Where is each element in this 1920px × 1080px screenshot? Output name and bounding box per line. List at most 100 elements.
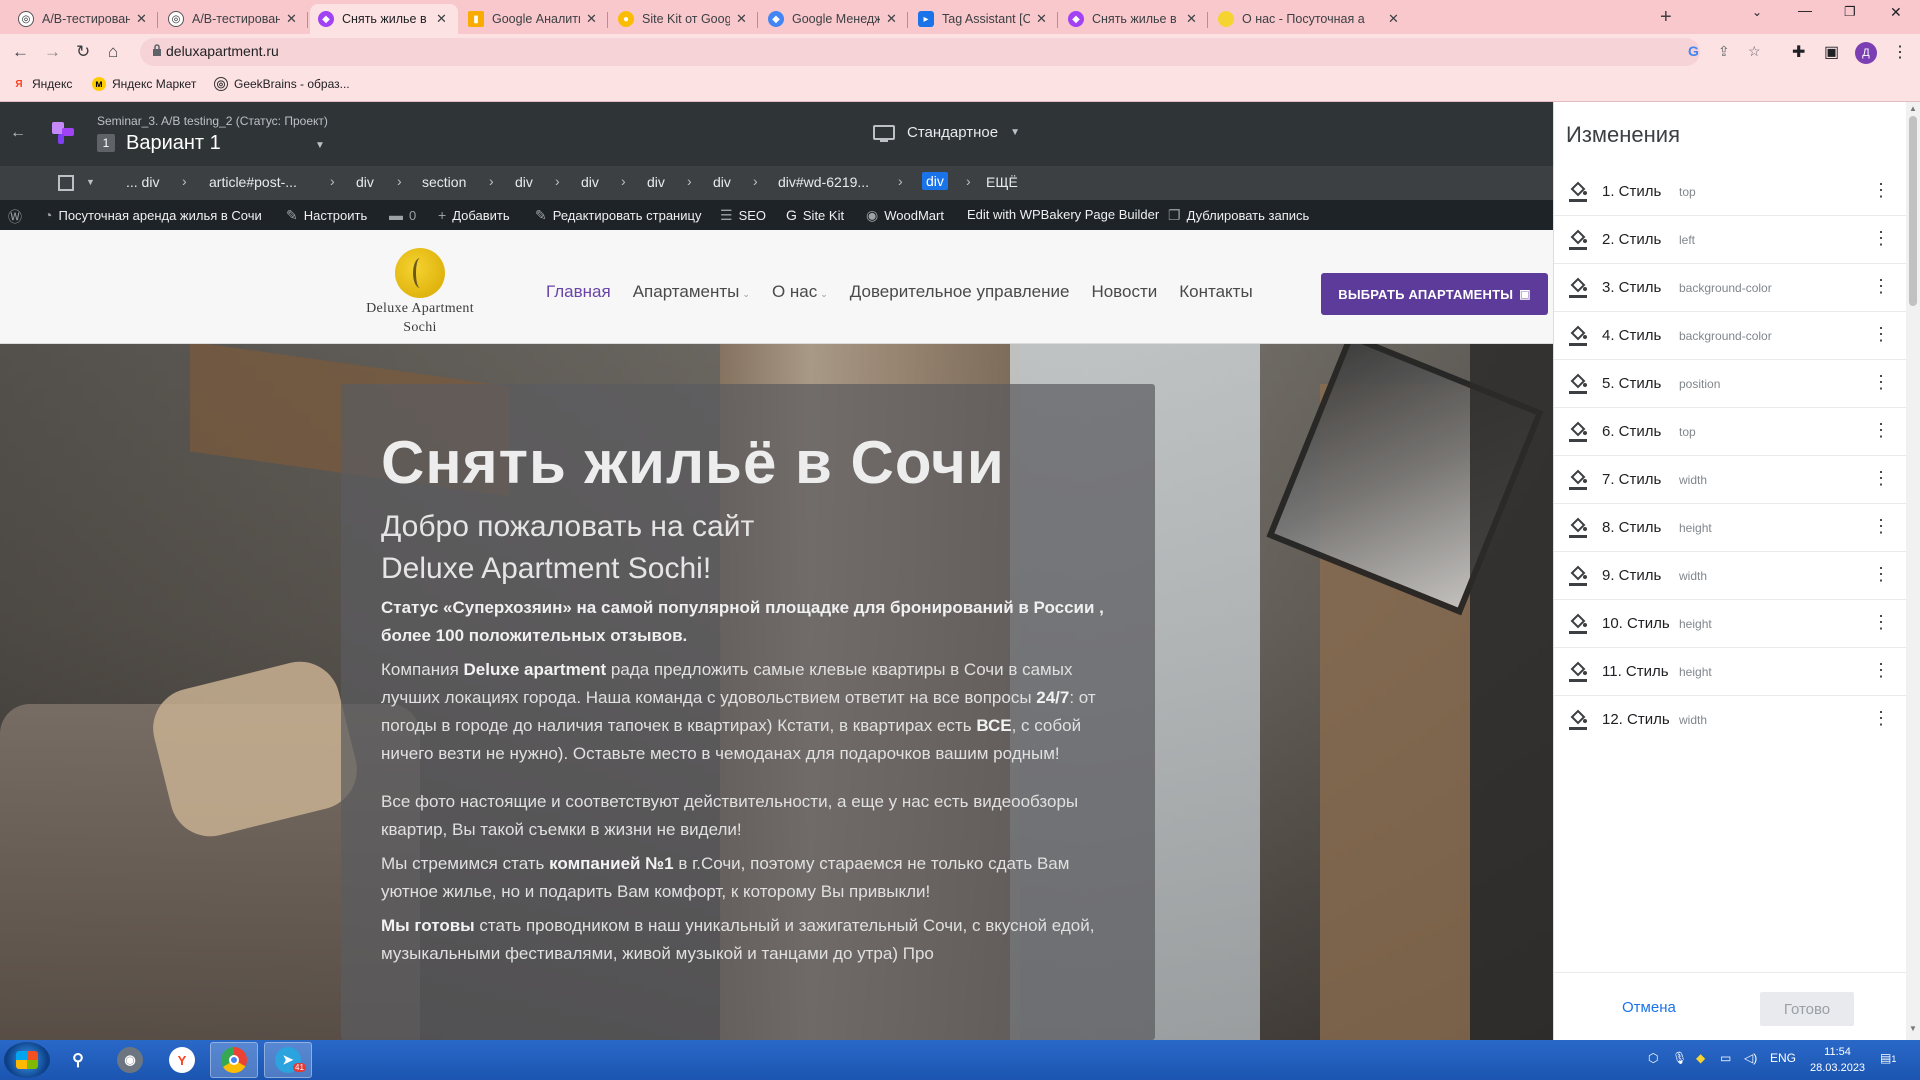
- browser-tab[interactable]: ◆ Google Менеджер те ✕: [760, 4, 908, 34]
- browser-tab[interactable]: ◎ А/В-тестирование ве ✕: [160, 4, 308, 34]
- kebab-menu-icon[interactable]: ⋮: [1872, 228, 1890, 248]
- breadcrumb-item[interactable]: article#post-...: [209, 174, 297, 190]
- bookmark-geekbrains[interactable]: ◎ GeekBrains - образ...: [214, 77, 350, 91]
- close-window-icon[interactable]: ✕: [1890, 4, 1902, 21]
- change-item[interactable]: 7. Стиль width ⋮: [1554, 456, 1907, 504]
- taskbar-app-telegram[interactable]: ➤ 41: [264, 1042, 312, 1078]
- close-tab-icon[interactable]: ✕: [1186, 11, 1200, 27]
- minimize-icon[interactable]: —: [1798, 2, 1812, 18]
- close-tab-icon[interactable]: ✕: [286, 11, 300, 27]
- cancel-button[interactable]: Отмена: [1622, 999, 1676, 1016]
- wp-site-kit[interactable]: G Site Kit: [786, 207, 844, 223]
- wp-seo[interactable]: ☰ SEO: [720, 207, 766, 224]
- close-tab-icon[interactable]: ✕: [436, 11, 450, 27]
- wp-customize[interactable]: ✎ Настроить: [286, 207, 367, 224]
- taskbar-search[interactable]: ⚲: [54, 1042, 102, 1078]
- tab-search-chevron-icon[interactable]: ⌄: [1752, 5, 1762, 19]
- close-tab-icon[interactable]: ✕: [586, 11, 600, 27]
- kebab-menu-icon[interactable]: ⋮: [1872, 660, 1890, 680]
- tray-clock[interactable]: 11:54 28.03.2023: [1810, 1044, 1865, 1076]
- close-tab-icon[interactable]: ✕: [136, 11, 150, 27]
- kebab-menu-icon[interactable]: ⋮: [1872, 324, 1890, 344]
- breadcrumb-more[interactable]: ЕЩЁ: [986, 174, 1018, 190]
- wp-add-new[interactable]: + Добавить: [438, 207, 510, 223]
- caret-down-icon[interactable]: ▼: [315, 140, 325, 151]
- kebab-menu-icon[interactable]: ⋮: [1872, 276, 1890, 296]
- change-item[interactable]: 12. Стиль width ⋮: [1554, 696, 1907, 744]
- home-icon[interactable]: ⌂: [108, 42, 118, 62]
- tray-display-icon[interactable]: ▭: [1720, 1051, 1731, 1065]
- wp-edit-page[interactable]: ✎ Редактировать страницу: [535, 207, 701, 224]
- wp-woodmart[interactable]: ◉ WoodMart: [866, 207, 944, 224]
- reload-icon[interactable]: ↻: [76, 42, 90, 62]
- device-selector[interactable]: Стандартное ▼: [873, 124, 1020, 142]
- change-item[interactable]: 11. Стиль height ⋮: [1554, 648, 1907, 696]
- change-item[interactable]: 2. Стиль left ⋮: [1554, 216, 1907, 264]
- wp-site-name[interactable]: ◔ Посуточная аренда жилья в Сочи: [44, 207, 262, 223]
- caret-down-icon[interactable]: ▼: [86, 177, 95, 187]
- restore-icon[interactable]: ❐: [1844, 4, 1856, 20]
- taskbar-app-chrome[interactable]: [210, 1042, 258, 1078]
- nav-item-about[interactable]: О нас ⌄: [772, 282, 828, 302]
- lock-icon[interactable]: [152, 44, 162, 56]
- close-tab-icon[interactable]: ✕: [1036, 11, 1050, 27]
- browser-tab[interactable]: ◎ А/В-тестирование ве ✕: [10, 4, 158, 34]
- select-frame-icon[interactable]: [58, 175, 74, 191]
- browser-tab[interactable]: О нас - Посуточная а ✕: [1210, 4, 1650, 34]
- taskbar-app-settings[interactable]: ◉: [106, 1042, 154, 1078]
- kebab-menu-icon[interactable]: ⋮: [1872, 708, 1890, 728]
- hero-text-card[interactable]: Снять жильё в Сочи Добро пожаловать на с…: [341, 384, 1155, 1040]
- page-scrollbar[interactable]: ▲ ▼: [1906, 102, 1920, 1040]
- bookmark-star-icon[interactable]: ☆: [1748, 43, 1761, 60]
- back-arrow-icon[interactable]: ←: [10, 124, 26, 142]
- forward-icon[interactable]: →: [44, 42, 61, 62]
- scrollbar-thumb[interactable]: [1909, 116, 1917, 306]
- change-item[interactable]: 6. Стиль top ⋮: [1554, 408, 1907, 456]
- done-button[interactable]: Готово: [1760, 992, 1854, 1026]
- kebab-menu-icon[interactable]: ⋮: [1872, 468, 1890, 488]
- breadcrumb-item[interactable]: div: [647, 174, 665, 190]
- close-tab-icon[interactable]: ✕: [736, 11, 750, 27]
- tray-language[interactable]: ENG: [1770, 1051, 1796, 1065]
- choose-apartments-button[interactable]: ВЫБРАТЬ АПАРТАМЕНТЫ ▣: [1321, 273, 1548, 315]
- browser-tab[interactable]: ▮ Google Аналитика ✕: [460, 4, 608, 34]
- extensions-puzzle-icon[interactable]: ✚: [1792, 42, 1805, 62]
- breadcrumb-item[interactable]: div: [515, 174, 533, 190]
- breadcrumb-item[interactable]: ... div: [126, 174, 159, 190]
- change-item[interactable]: 9. Стиль width ⋮: [1554, 552, 1907, 600]
- scroll-up-icon[interactable]: ▲: [1909, 104, 1917, 113]
- kebab-menu-icon[interactable]: ⋮: [1872, 372, 1890, 392]
- breadcrumb-item[interactable]: div: [713, 174, 731, 190]
- wp-duplicate[interactable]: ❐ Дублировать запись: [1168, 207, 1309, 224]
- kebab-menu-icon[interactable]: ⋮: [1872, 420, 1890, 440]
- google-translate-icon[interactable]: G: [1688, 43, 1699, 59]
- breadcrumb-item[interactable]: div: [581, 174, 599, 190]
- wp-wpbakery[interactable]: Edit with WPBakery Page Builder: [967, 207, 1159, 222]
- notifications-icon[interactable]: ▤1: [1880, 1051, 1896, 1065]
- taskbar-app-yandex[interactable]: Y: [158, 1042, 206, 1078]
- tray-app-icon[interactable]: ◆: [1696, 1051, 1705, 1065]
- side-panel-icon[interactable]: ▣: [1824, 42, 1839, 62]
- kebab-menu-icon[interactable]: ⋮: [1872, 516, 1890, 536]
- browser-tab[interactable]: ◆ Снять жилье в Сочи п ✕: [1060, 4, 1208, 34]
- scroll-down-icon[interactable]: ▼: [1909, 1024, 1917, 1033]
- kebab-menu-icon[interactable]: ⋮: [1872, 612, 1890, 632]
- browser-tab[interactable]: ● Site Kit от Google Пан ✕: [610, 4, 758, 34]
- change-item[interactable]: 3. Стиль background-color ⋮: [1554, 264, 1907, 312]
- nav-item-home[interactable]: Главная: [546, 282, 611, 302]
- change-item[interactable]: 10. Стиль height ⋮: [1554, 600, 1907, 648]
- back-icon[interactable]: ←: [12, 42, 29, 62]
- omnibox[interactable]: deluxapartment.ru G ⇪ ☆: [140, 38, 1761, 66]
- breadcrumb-item[interactable]: div: [356, 174, 374, 190]
- profile-avatar[interactable]: Д: [1855, 42, 1877, 64]
- start-button[interactable]: [4, 1042, 50, 1078]
- change-item[interactable]: 5. Стиль position ⋮: [1554, 360, 1907, 408]
- tray-network-icon[interactable]: ⬡: [1648, 1051, 1658, 1065]
- tray-volume-icon[interactable]: ◁): [1744, 1051, 1757, 1065]
- variant-selector[interactable]: Вариант 1: [126, 132, 221, 155]
- tray-mic-icon[interactable]: 🎙: [1672, 1051, 1687, 1065]
- breadcrumb-item-selected[interactable]: div: [922, 172, 948, 190]
- kebab-menu-icon[interactable]: ⋮: [1872, 564, 1890, 584]
- change-item[interactable]: 8. Стиль height ⋮: [1554, 504, 1907, 552]
- new-tab-plus-icon[interactable]: +: [1660, 6, 1672, 29]
